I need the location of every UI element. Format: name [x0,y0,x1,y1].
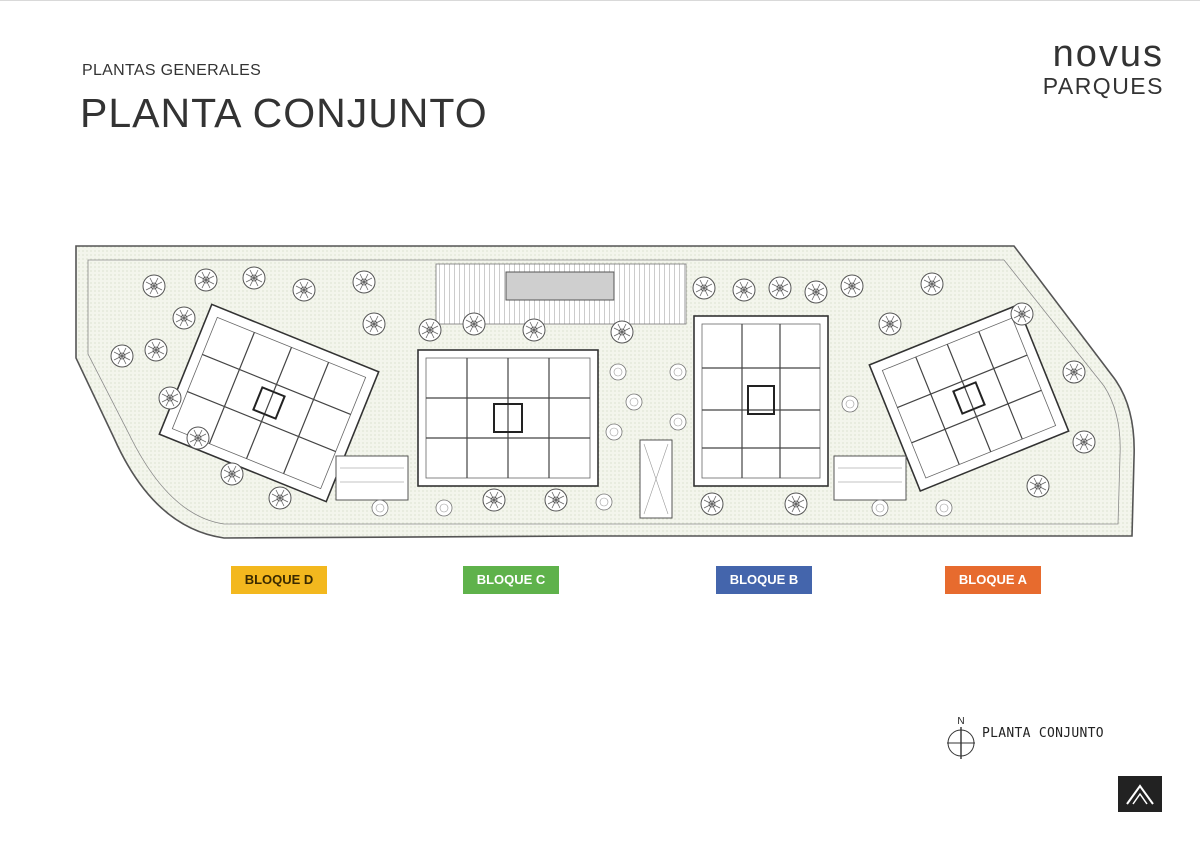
page-title: PLANTA CONJUNTO [80,90,488,136]
page-subtitle: PLANTAS GENERALES [82,62,262,79]
brand-name: novus [1052,33,1164,75]
bloque-a-label: BLOQUE A [945,566,1041,594]
bloque-d-label: BLOQUE D [231,566,327,594]
north-letter: N [957,716,964,727]
brand-logo: novus PARQUES [1042,33,1164,100]
architect-logo [1118,776,1162,812]
site-plan-drawing [75,245,1135,539]
north-arrow-icon: N [947,716,975,759]
brand-sub: PARQUES [1042,73,1164,99]
top-divider [0,0,1200,1]
architect-logo-icon [1126,784,1154,805]
bloque-c-label: BLOQUE C [463,566,559,594]
bloque-b-label: BLOQUE B [716,566,812,594]
north-caption: PLANTA CONJUNTO [982,726,1104,741]
